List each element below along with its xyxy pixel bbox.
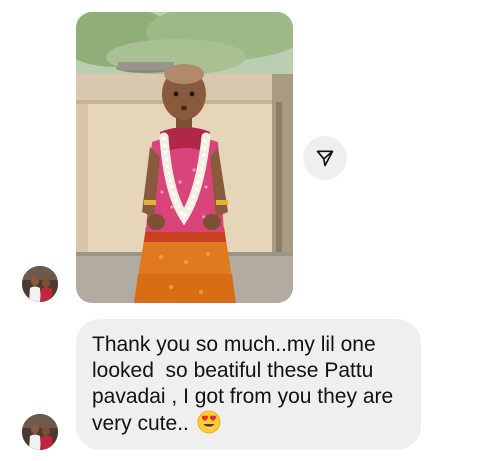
message-text: Thank you so much..my lil one looked so … <box>92 332 405 441</box>
message-bubble[interactable]: Thank you so much..my lil one looked so … <box>76 319 421 450</box>
photo-image <box>76 12 293 303</box>
send-paper-plane-icon <box>316 150 334 167</box>
sender-avatar[interactable] <box>22 266 58 302</box>
heart-eyes-emoji-icon <box>197 410 221 441</box>
chat-thread: Thank you so much..my lil one looked so … <box>0 0 500 461</box>
message-line: looked so beatiful these Pattu <box>92 359 374 382</box>
message-line: pavadai , I got from you they are <box>92 385 394 408</box>
photo-message[interactable] <box>76 12 293 303</box>
share-button[interactable] <box>303 136 347 180</box>
message-line: Thank you so much..my lil one <box>92 333 376 356</box>
profile-avatar-icon <box>22 266 58 302</box>
profile-avatar-icon <box>22 414 58 450</box>
sender-avatar[interactable] <box>22 414 58 450</box>
message-line: very cute.. <box>92 412 195 435</box>
